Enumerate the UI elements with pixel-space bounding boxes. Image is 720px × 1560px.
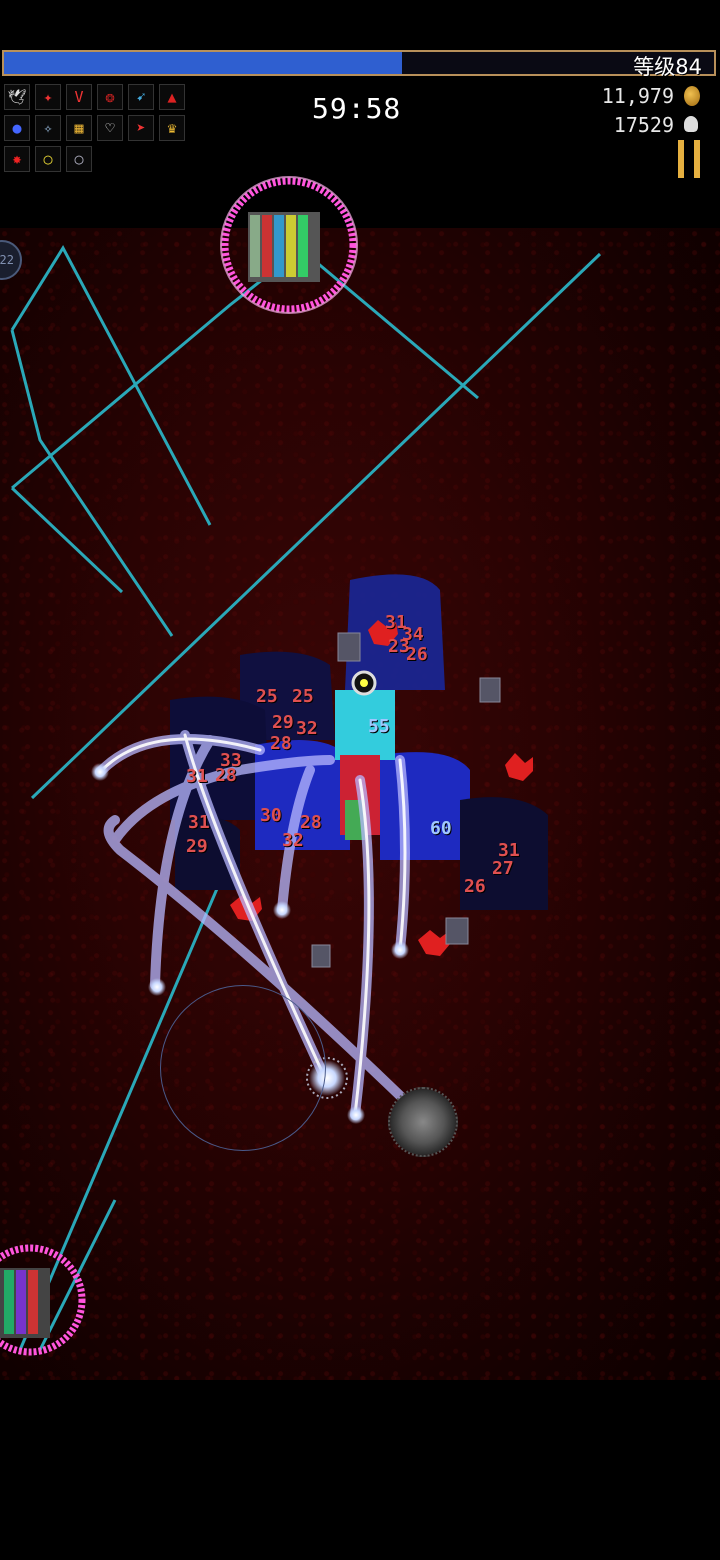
damage-number: 27 xyxy=(492,858,514,879)
survival-timer: 59:58 xyxy=(312,92,402,125)
compass-icon: ✦ xyxy=(35,84,61,110)
damage-number: 29 xyxy=(272,712,294,733)
damage-number: 60 xyxy=(430,818,452,839)
pause-button[interactable] xyxy=(678,140,702,178)
virtual-joystick-ring[interactable] xyxy=(160,985,326,1151)
level-label: 等级84 xyxy=(633,55,702,79)
damage-number: 31 xyxy=(188,812,210,833)
damage-number: 26 xyxy=(464,876,486,897)
laser-line xyxy=(10,244,212,526)
damage-number: 55 xyxy=(368,716,390,737)
orb-icon: ● xyxy=(4,115,30,141)
magic-ring-top xyxy=(220,176,358,314)
damage-number: 28 xyxy=(270,733,292,754)
silver-ring-icon: ○ xyxy=(66,146,92,172)
damage-number: 26 xyxy=(406,644,428,665)
experience-bar: 等级84 xyxy=(2,50,716,79)
damage-number: 32 xyxy=(282,830,304,851)
damage-number: 32 xyxy=(296,718,318,739)
cloak-icon: ▲ xyxy=(159,84,185,110)
arrow-icon: ➤ xyxy=(128,115,154,141)
magic-ring-bottom xyxy=(0,1244,86,1356)
damage-number: 28 xyxy=(215,765,237,786)
heart-icon: ♡ xyxy=(97,115,123,141)
blood-icon: ✸ xyxy=(4,146,30,172)
gold-counter: 11,979 xyxy=(601,84,674,108)
garlic-icon: ❂ xyxy=(97,84,123,110)
experience-fill xyxy=(4,52,402,74)
effects-layer xyxy=(0,176,602,1356)
damage-number: 25 xyxy=(256,686,278,707)
damage-number: 30 xyxy=(260,805,282,826)
damage-number: 25 xyxy=(292,686,314,707)
wand-icon: ➹ xyxy=(128,84,154,110)
crown-icon: ♛ xyxy=(159,115,185,141)
player-marker xyxy=(351,670,377,696)
laser-line xyxy=(10,486,124,594)
bird-icon: 🕊 xyxy=(4,84,30,110)
damage-number: 29 xyxy=(186,836,208,857)
gold-ring-icon: ○ xyxy=(35,146,61,172)
lattice-icon: ▦ xyxy=(66,115,92,141)
kill-counter: 17529 xyxy=(613,113,674,137)
virtual-joystick-knob[interactable] xyxy=(388,1087,458,1157)
skull-icon xyxy=(684,116,698,132)
crystal-icon: ✧ xyxy=(35,115,61,141)
damage-number: 31 xyxy=(186,766,208,787)
book-icon: V xyxy=(66,84,92,110)
coin-icon xyxy=(684,86,700,106)
laser-line xyxy=(10,329,174,637)
